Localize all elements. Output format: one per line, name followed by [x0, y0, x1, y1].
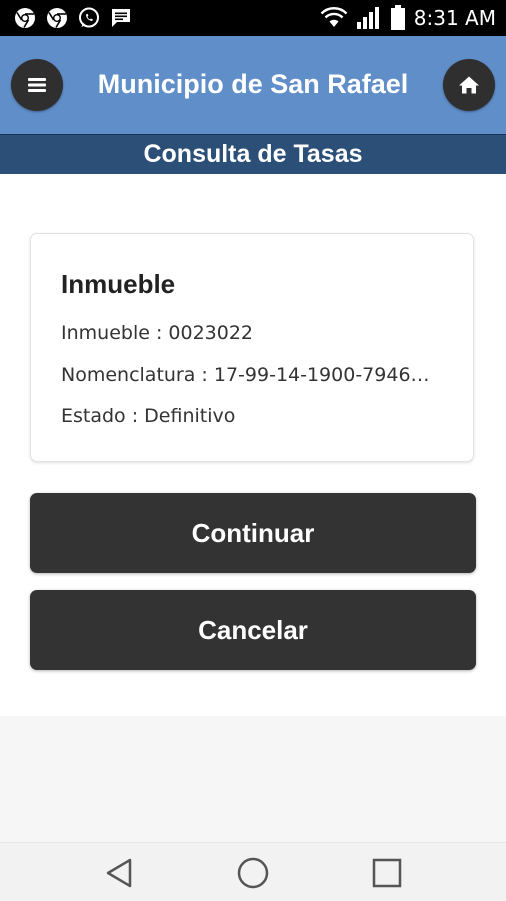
- chrome-icon: [47, 8, 67, 28]
- continue-button[interactable]: Continuar: [30, 493, 476, 573]
- whatsapp-icon: [79, 7, 99, 28]
- page-subheader: Consulta de Tasas: [0, 134, 506, 175]
- nomenclature-line: Nomenclatura : 17-99-14-1900-794694-0000: [61, 364, 441, 386]
- page-title: Consulta de Tasas: [143, 140, 363, 168]
- empty-area: [0, 716, 506, 842]
- recents-icon: [372, 858, 402, 888]
- back-icon: [106, 858, 132, 888]
- home-circle-icon: [237, 857, 269, 889]
- chrome-icon: [15, 8, 35, 28]
- app-title: Municipio de San Rafael: [97, 69, 409, 99]
- home-button[interactable]: [443, 59, 495, 111]
- message-icon: [112, 9, 130, 27]
- back-button[interactable]: [101, 855, 137, 891]
- app-header: Municipio de San Rafael: [0, 36, 506, 134]
- system-icons: 8:31 AM: [320, 4, 496, 32]
- home-nav-button[interactable]: [235, 855, 271, 891]
- cancel-button[interactable]: Cancelar: [30, 590, 476, 670]
- home-icon: [459, 76, 479, 94]
- menu-button[interactable]: [11, 59, 63, 111]
- property-id-line: Inmueble : 0023022: [61, 322, 254, 344]
- notification-icons: [14, 6, 132, 30]
- status-time: 8:31 AM: [413, 6, 496, 30]
- recents-button[interactable]: [369, 855, 405, 891]
- status-bar: 8:31 AM: [0, 0, 506, 36]
- navigation-bar: [0, 842, 506, 901]
- hamburger-menu-icon: [28, 78, 46, 92]
- wifi-icon: [320, 7, 348, 27]
- card-title: Inmueble: [61, 269, 176, 299]
- battery-icon: [390, 5, 405, 30]
- status-line: Estado : Definitivo: [61, 405, 236, 427]
- main-content: Inmueble Inmueble : 0023022 Nomenclatura…: [0, 174, 506, 716]
- property-card: Inmueble Inmueble : 0023022 Nomenclatura…: [30, 233, 474, 462]
- signal-icon: [356, 7, 379, 29]
